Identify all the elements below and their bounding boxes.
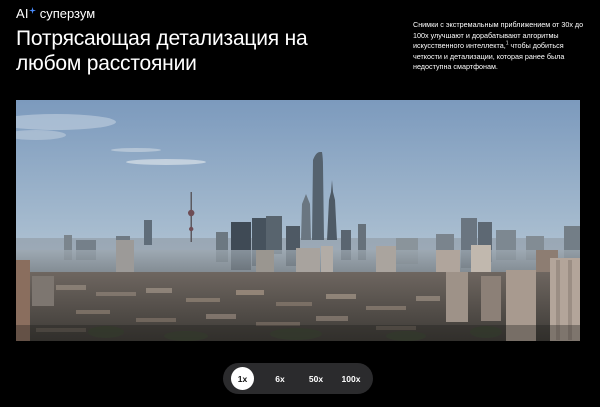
sparkle-icon: [28, 7, 36, 14]
eyebrow: AI суперзум: [16, 6, 95, 22]
description: Снимки с экстремальным приближением от 3…: [413, 20, 593, 73]
zoom-selector: 1x 6x 50x 100x: [223, 363, 373, 394]
zoom-option-100x[interactable]: 100x: [337, 367, 365, 390]
page-title-line-1: Потрясающая детализация на: [16, 27, 308, 50]
page-title: Потрясающая детализация на любом расстоя…: [16, 26, 346, 76]
city-skyline-photo: [16, 100, 580, 341]
zoom-option-1x[interactable]: 1x: [231, 367, 254, 390]
eyebrow-label: суперзум: [39, 6, 96, 21]
page-title-line-2: любом расстоянии: [16, 52, 197, 75]
eyebrow-ai-label: AI: [16, 6, 29, 21]
skyline-image: [16, 100, 580, 341]
zoom-option-50x[interactable]: 50x: [303, 367, 329, 390]
page: AI суперзум Потрясающая детализация на л…: [0, 0, 600, 407]
zoom-option-6x[interactable]: 6x: [267, 367, 293, 390]
